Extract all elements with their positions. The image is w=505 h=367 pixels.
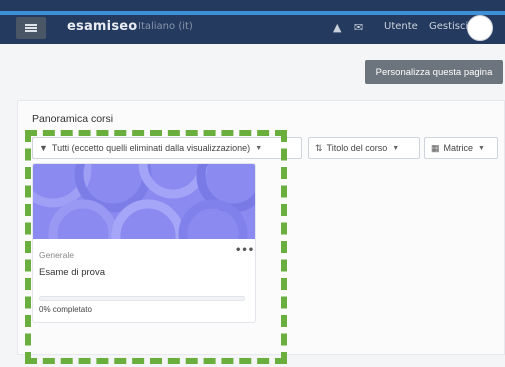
chevron-down-icon: ▼ (478, 144, 485, 152)
more-options-icon[interactable]: ••• (235, 245, 254, 256)
filter-icon: ▼ (39, 143, 48, 153)
course-progress-bar (39, 296, 245, 301)
menu-toggle-button[interactable] (16, 17, 46, 39)
sort-icon: ⇅ (315, 142, 323, 153)
user-avatar[interactable] (467, 15, 493, 41)
filter-label: Tutti (eccetto quelli eliminati dalla vi… (51, 143, 251, 153)
progress-text: 0% completato (39, 305, 92, 314)
course-name-link[interactable]: Esame di prova (39, 267, 105, 278)
sort-label: Titolo del corso (326, 143, 388, 153)
sort-dropdown[interactable]: ⇅ Titolo del corso ▼ (308, 137, 420, 159)
filter-dropdown[interactable]: ▼ Tutti (eccetto quelli eliminati dalla … (32, 137, 302, 159)
chevron-down-icon: ▼ (392, 144, 400, 152)
bell-icon[interactable]: ▲ (333, 21, 341, 34)
panel-title: Panoramica corsi (32, 113, 114, 125)
grid-icon: ▦ (431, 142, 440, 153)
top-navbar: esamiseo Italiano (it) ▲ ✉ Utente Gestis… (0, 0, 505, 44)
course-image[interactable] (33, 164, 256, 239)
chevron-down-icon: ▼ (255, 144, 263, 152)
view-dropdown[interactable]: ▦ Matrice ▼ (424, 137, 498, 159)
language-selector[interactable]: Italiano (it) (138, 21, 193, 32)
user-name[interactable]: Utente (384, 21, 418, 32)
chat-icon[interactable]: ✉ (354, 21, 363, 34)
accent-line (0, 11, 505, 15)
hamburger-icon (25, 24, 37, 32)
view-label: Matrice (443, 143, 474, 153)
user-menu-label[interactable]: Gestisci (429, 21, 468, 32)
site-brand[interactable]: esamiseo (67, 19, 137, 34)
course-category: Generale (39, 250, 74, 260)
customize-page-button[interactable]: Personalizza questa pagina (365, 60, 503, 84)
